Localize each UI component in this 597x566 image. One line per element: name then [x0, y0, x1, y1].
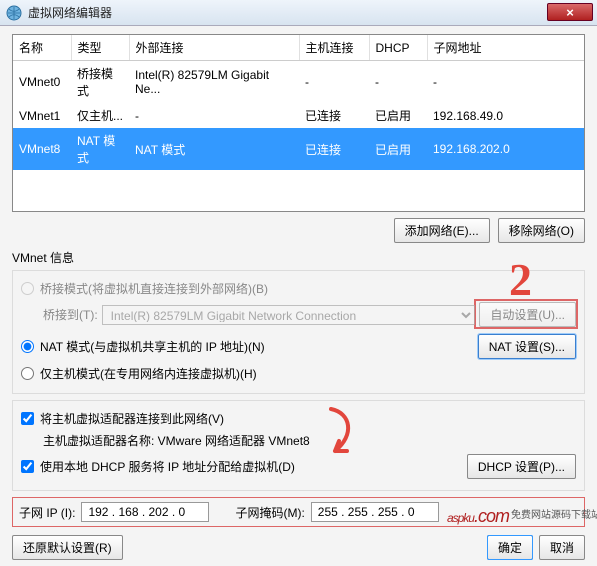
watermark: aspku.com 免费网站源码下载站 — [447, 497, 597, 529]
col-dhcp[interactable]: DHCP — [369, 35, 427, 61]
ok-button[interactable]: 确定 — [487, 535, 533, 560]
cell-name: VMnet8 — [13, 128, 71, 170]
cell-ext: NAT 模式 — [129, 128, 299, 170]
cell-subnet: 192.168.202.0 — [427, 128, 584, 170]
col-ext[interactable]: 外部连接 — [129, 35, 299, 61]
cell-name: VMnet0 — [13, 61, 71, 104]
cell-name: VMnet1 — [13, 103, 71, 128]
cell-type: 仅主机... — [71, 103, 129, 128]
table-header-row: 名称 类型 外部连接 主机连接 DHCP 子网地址 — [13, 35, 584, 61]
cell-host: - — [299, 61, 369, 104]
cancel-button[interactable]: 取消 — [539, 535, 585, 560]
nat-label: NAT 模式(与虚拟机共享主机的 IP 地址)(N) — [40, 338, 265, 355]
restore-defaults-button[interactable]: 还原默认设置(R) — [12, 535, 123, 560]
cell-type: 桥接模式 — [71, 61, 129, 104]
dhcp-settings-button[interactable]: DHCP 设置(P)... — [467, 454, 576, 479]
cell-dhcp: - — [369, 61, 427, 104]
cell-subnet: - — [427, 61, 584, 104]
app-icon — [6, 5, 22, 21]
col-type[interactable]: 类型 — [71, 35, 129, 61]
connect-host-label: 将主机虚拟适配器连接到此网络(V) — [40, 410, 224, 427]
col-name[interactable]: 名称 — [13, 35, 71, 61]
bridge-adapter-select: Intel(R) 82579LM Gigabit Network Connect… — [102, 305, 476, 325]
connect-host-checkbox[interactable] — [21, 412, 34, 425]
use-dhcp-checkbox[interactable] — [21, 460, 34, 473]
cell-host: 已连接 — [299, 103, 369, 128]
bridge-radio — [21, 282, 34, 295]
network-table: 名称 类型 外部连接 主机连接 DHCP 子网地址 VMnet0 桥接模式 In… — [12, 34, 585, 212]
vmnet-info-label: VMnet 信息 — [12, 249, 585, 266]
adapter-options: 将主机虚拟适配器连接到此网络(V) 主机虚拟适配器名称: VMware 网络适配… — [12, 400, 585, 491]
cell-dhcp: 已启用 — [369, 128, 427, 170]
cell-type: NAT 模式 — [71, 128, 129, 170]
hostonly-label: 仅主机模式(在专用网络内连接虚拟机)(H) — [40, 365, 257, 382]
subnet-mask-label: 子网掩码(M): — [235, 504, 304, 521]
bridge-to-label: 桥接到(T): — [43, 306, 98, 323]
adapter-name-row: 主机虚拟适配器名称: VMware 网络适配器 VMnet8 — [43, 430, 576, 451]
subnet-mask-field[interactable]: 255 . 255 . 255 . 0 — [311, 502, 439, 522]
subnet-ip-label: 子网 IP (I): — [19, 504, 75, 521]
nat-radio[interactable] — [21, 340, 34, 353]
watermark-text: 免费网站源码下载站 — [511, 506, 597, 521]
table-buttons: 添加网络(E)... 移除网络(O) — [12, 218, 585, 243]
titlebar: 虚拟网络编辑器 × — [0, 0, 597, 26]
add-network-button[interactable]: 添加网络(E)... — [394, 218, 490, 243]
dialog-buttons: 还原默认设置(R) 确定 取消 — [12, 535, 585, 560]
remove-network-button[interactable]: 移除网络(O) — [498, 218, 585, 243]
cell-dhcp: 已启用 — [369, 103, 427, 128]
mode-options: 2 桥接模式(将虚拟机直接连接到外部网络)(B) 桥接到(T): Intel(R… — [12, 270, 585, 394]
bridge-label: 桥接模式(将虚拟机直接连接到外部网络)(B) — [40, 280, 268, 297]
dialog-content: 名称 类型 外部连接 主机连接 DHCP 子网地址 VMnet0 桥接模式 In… — [0, 26, 597, 566]
cell-ext: Intel(R) 82579LM Gigabit Ne... — [129, 61, 299, 104]
watermark-logo: aspku.com — [447, 497, 509, 529]
adapter-name-value: VMware 网络适配器 VMnet8 — [158, 434, 310, 448]
col-subnet[interactable]: 子网地址 — [427, 35, 584, 61]
cell-subnet: 192.168.49.0 — [427, 103, 584, 128]
subnet-ip-field[interactable]: 192 . 168 . 202 . 0 — [81, 502, 209, 522]
table-row[interactable]: VMnet0 桥接模式 Intel(R) 82579LM Gigabit Ne.… — [13, 61, 584, 104]
use-dhcp-label: 使用本地 DHCP 服务将 IP 地址分配给虚拟机(D) — [40, 458, 295, 475]
adapter-name-label: 主机虚拟适配器名称: — [43, 434, 158, 448]
cell-host: 已连接 — [299, 128, 369, 170]
hostonly-radio[interactable] — [21, 367, 34, 380]
auto-settings-button: 自动设置(U)... — [479, 302, 576, 327]
table-row[interactable]: VMnet1 仅主机... - 已连接 已启用 192.168.49.0 — [13, 103, 584, 128]
cell-ext: - — [129, 103, 299, 128]
window-title: 虚拟网络编辑器 — [28, 4, 591, 21]
col-host[interactable]: 主机连接 — [299, 35, 369, 61]
nat-settings-button[interactable]: NAT 设置(S)... — [478, 334, 576, 359]
table-row-selected[interactable]: VMnet8 NAT 模式 NAT 模式 已连接 已启用 192.168.202… — [13, 128, 584, 170]
close-button[interactable]: × — [547, 3, 593, 21]
